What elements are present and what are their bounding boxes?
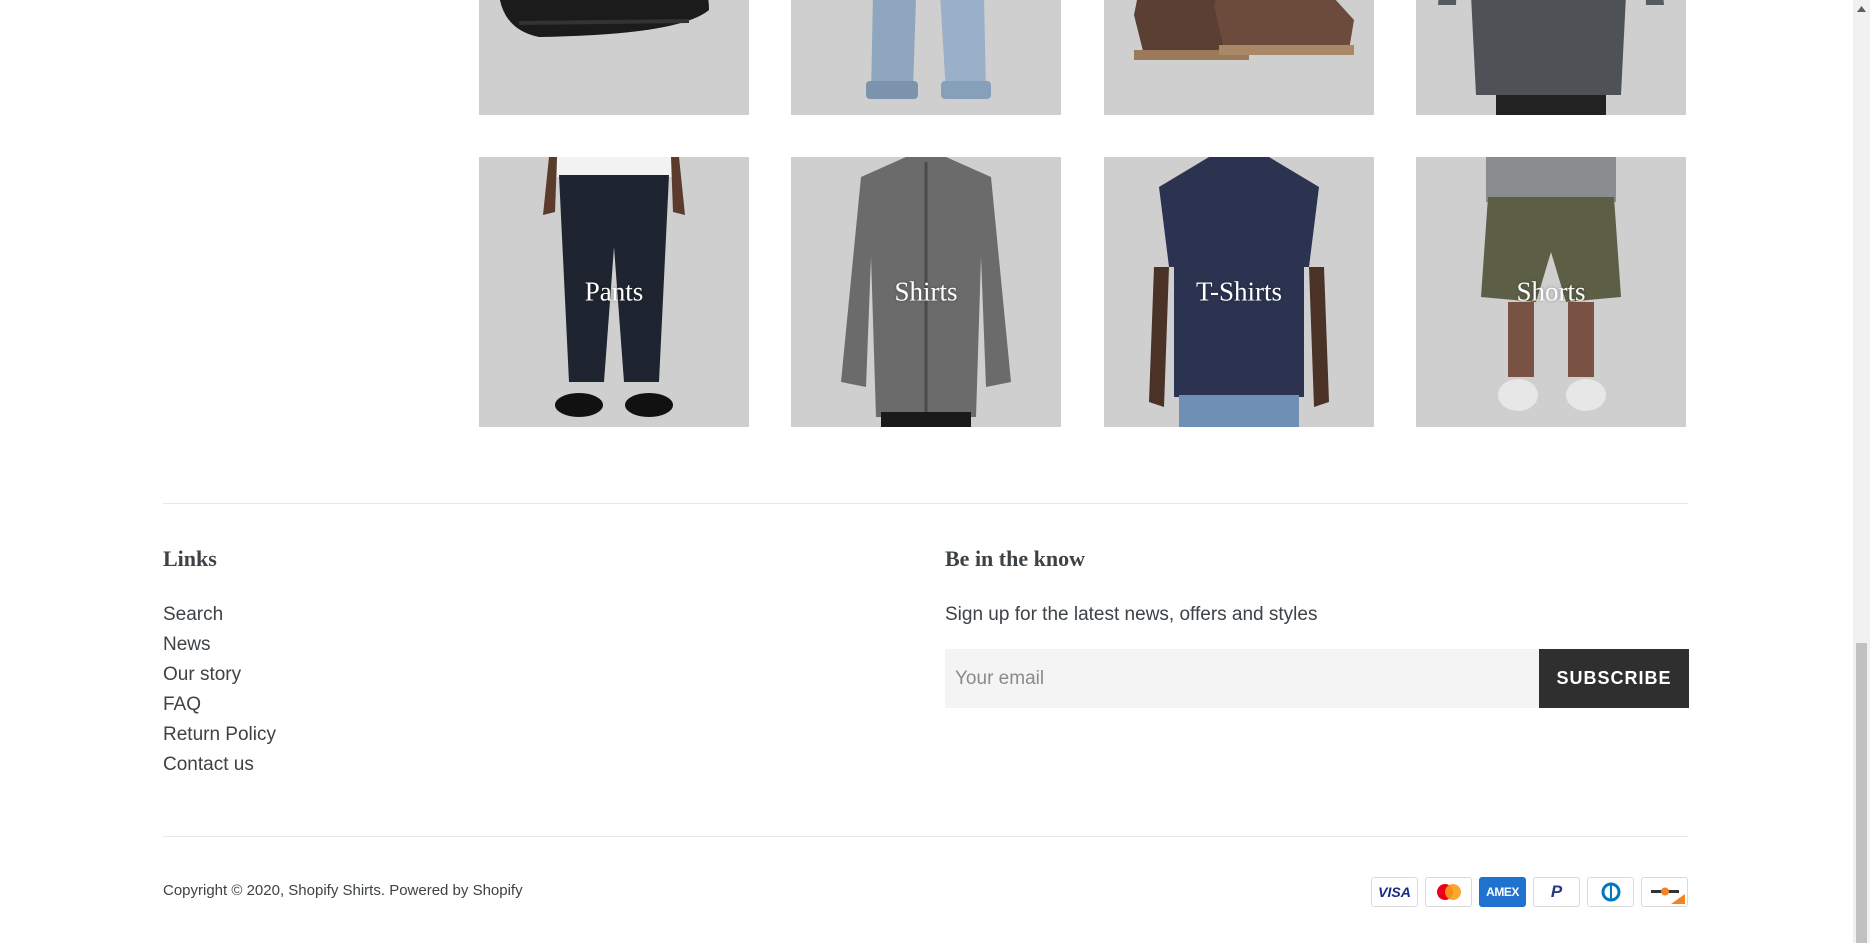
bag-photo (479, 0, 749, 115)
email-input[interactable] (945, 649, 1539, 708)
collection-tile-shirts[interactable]: Shirts (791, 157, 1061, 427)
copyright-sep: . (380, 882, 390, 899)
newsletter-text: Sign up for the latest news, offers and … (945, 604, 1318, 625)
collection-tile-sweater[interactable] (1416, 0, 1686, 115)
footer-link-contact-us[interactable]: Contact us (163, 754, 254, 775)
paypal-label: P (1550, 882, 1563, 901)
collection-title: Shirts (894, 276, 958, 307)
paypal-icon: P (1533, 877, 1580, 907)
collection-title: Shorts (1516, 276, 1586, 307)
scroll-thumb[interactable] (1856, 643, 1867, 943)
collection-tile-pants[interactable]: Pants (479, 157, 749, 427)
discover-icon (1641, 877, 1688, 907)
visa-icon: VISA (1371, 877, 1418, 907)
mastercard-graphic (1436, 884, 1461, 900)
store-link[interactable]: Shopify Shirts (288, 882, 381, 899)
footer-divider (163, 503, 1688, 504)
collection-tile-tshirts[interactable]: T-Shirts (1104, 157, 1374, 427)
copyright: Copyright © 2020, Shopify Shirts. Powere… (163, 882, 523, 899)
collection-tile-shorts[interactable]: Shorts (1416, 157, 1686, 427)
scroll-up-arrow-icon[interactable] (1853, 0, 1870, 17)
discover-graphic (1650, 887, 1685, 904)
footer-bottom-divider (163, 836, 1688, 837)
amex-label: AMEX (1486, 885, 1519, 899)
newsletter-heading: Be in the know (945, 546, 1085, 571)
footer-links: Search News Our story FAQ Return Policy … (163, 603, 276, 783)
mastercard-icon (1425, 877, 1472, 907)
footer-link-return-policy[interactable]: Return Policy (163, 724, 276, 745)
subscribe-button[interactable]: SUBSCRIBE (1539, 649, 1689, 708)
collection-tile-jeans[interactable] (791, 0, 1061, 115)
footer-link-our-story[interactable]: Our story (163, 664, 241, 685)
diners-graphic (1601, 882, 1620, 902)
jeans-photo (791, 0, 1061, 115)
footer-link-news[interactable]: News (163, 634, 211, 655)
boots-photo (1104, 0, 1374, 115)
visa-label: VISA (1378, 884, 1411, 900)
powered-by-link[interactable]: Powered by Shopify (389, 882, 522, 899)
collection-tile-boots[interactable] (1104, 0, 1374, 115)
links-heading: Links (163, 546, 217, 571)
collection-tile-bag[interactable] (479, 0, 749, 115)
sweater-photo (1416, 0, 1686, 115)
payment-icons: VISA AMEX P (1371, 877, 1688, 907)
collection-title: T-Shirts (1195, 276, 1283, 307)
copyright-prefix: Copyright © 2020, (163, 882, 289, 899)
footer-link-faq[interactable]: FAQ (163, 694, 201, 715)
diners-club-icon (1587, 877, 1634, 907)
page-scrollbar[interactable] (1853, 0, 1870, 943)
footer-link-search[interactable]: Search (163, 604, 223, 625)
collection-title: Pants (584, 276, 644, 307)
amex-icon: AMEX (1479, 877, 1526, 907)
